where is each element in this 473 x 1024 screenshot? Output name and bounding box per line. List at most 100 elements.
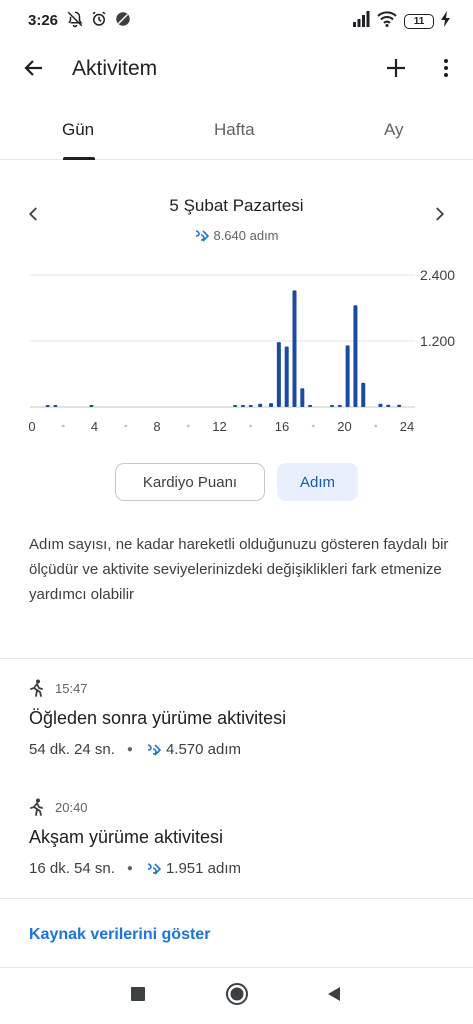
more-options-button[interactable] [430, 54, 462, 86]
charging-icon [441, 10, 451, 32]
x-axis: 0 4 8 12 16 20 24 [28, 419, 414, 434]
show-source-data-link[interactable]: Kaynak verilerini göster [29, 926, 210, 944]
activity-steps: 4.570 adım [165, 741, 242, 758]
x-tick-label: 0 [28, 419, 35, 434]
x-tick-label: 24 [400, 419, 414, 434]
bars [45, 290, 402, 407]
chart-bar [300, 388, 305, 407]
triangle-back-icon [325, 985, 343, 1008]
activity-time: 20:40 [55, 799, 88, 815]
daily-steps-value: 8.640 adım [213, 228, 279, 243]
x-tick-label: 8 [153, 419, 160, 434]
x-minor-tick [374, 424, 378, 428]
divider [0, 898, 473, 899]
separator-dot: ● [126, 744, 133, 755]
chart-bar [233, 405, 238, 407]
y-tick-label: 1.200 [420, 333, 455, 349]
chart-bar [89, 405, 94, 407]
battery-icon: 11 [404, 13, 434, 29]
chart-bar [292, 290, 297, 407]
x-tick-label: 20 [337, 419, 351, 434]
x-minor-tick [249, 424, 253, 428]
chart-bar [248, 405, 253, 407]
steps-description: Adım sayısı, ne kadar hareketli olduğunu… [29, 536, 449, 603]
chart-bar [353, 305, 358, 407]
battery-level: 11 [413, 15, 425, 27]
plus-icon [384, 56, 408, 85]
chart-bar [330, 405, 334, 407]
steps-icon [145, 743, 163, 757]
activity-duration: 16 dk. 54 sn. [29, 860, 115, 877]
chart-bar [308, 405, 313, 407]
chevron-right-icon [430, 205, 448, 228]
metric-toggle: Kardiyo Puanı Adım [0, 463, 473, 503]
wifi-icon [377, 10, 397, 32]
steps-icon [145, 862, 163, 876]
activity-duration: 54 dk. 24 sn. [29, 741, 115, 758]
chart-bar [361, 382, 366, 407]
next-day-button[interactable] [425, 202, 453, 230]
x-tick-label: 12 [212, 419, 226, 434]
y-tick-label: 2.400 [420, 267, 455, 283]
selected-date: 5 Şubat Pazartesi [169, 196, 304, 215]
app-bar: Aktivitem [0, 42, 473, 96]
signal-icon [352, 10, 370, 32]
chart-bar [258, 403, 263, 407]
square-icon [130, 986, 146, 1007]
x-minor-tick [61, 424, 65, 428]
separator-dot: ● [126, 863, 133, 874]
back-button[interactable] [18, 54, 50, 86]
x-tick-label: 4 [91, 419, 98, 434]
x-minor-tick [186, 424, 190, 428]
dnd-icon [114, 10, 132, 33]
steps-icon [194, 229, 210, 246]
chart-bar [397, 404, 402, 407]
activity-title: Öğleden sonra yürüme aktivitesi [29, 708, 287, 728]
alarm-icon [90, 10, 108, 33]
walking-icon [29, 798, 45, 816]
x-minor-tick [311, 424, 315, 428]
home-circle-icon [225, 982, 249, 1011]
chart-bar [378, 403, 383, 407]
add-button[interactable] [380, 54, 412, 86]
activity-item[interactable]: 20:40 Akşam yürüme aktivitesi 16 dk. 54 … [29, 797, 459, 877]
steps-chip[interactable]: Adım [277, 463, 358, 501]
activity-steps: 1.951 adım [165, 860, 242, 877]
activity-title: Akşam yürüme aktivitesi [29, 827, 224, 847]
period-tabs: Gün Hafta Ay [0, 104, 473, 160]
chart-bar [284, 346, 289, 407]
divider [0, 658, 473, 659]
status-bar: 3:26 11 [0, 0, 473, 42]
system-nav-bar [0, 968, 473, 1024]
chart-bar [269, 403, 274, 407]
home-button[interactable] [223, 982, 251, 1010]
back-nav-button[interactable] [320, 982, 348, 1010]
daily-steps: 8.640 adım [0, 228, 473, 246]
tab-week[interactable]: Hafta [214, 120, 255, 140]
more-vert-icon [434, 56, 458, 85]
date-navigator: 5 Şubat Pazartesi 8.640 adım [0, 188, 473, 248]
tab-day[interactable]: Gün [62, 120, 94, 140]
x-tick-label: 16 [275, 419, 289, 434]
chart-bar [45, 405, 50, 407]
activity-time: 15:47 [55, 680, 88, 696]
cardio-points-chip[interactable]: Kardiyo Puanı [115, 463, 265, 501]
activity-item[interactable]: 15:47 Öğleden sonra yürüme aktivitesi 54… [29, 678, 459, 758]
chart-bar [345, 345, 350, 407]
chart-bar [53, 405, 58, 407]
arrow-back-icon [22, 56, 46, 85]
chart-bar [240, 405, 245, 407]
notifications-off-icon [66, 10, 84, 33]
tab-indicator [63, 157, 95, 160]
chart-bar [337, 405, 342, 407]
walking-icon [29, 679, 45, 697]
chart-bar [386, 404, 391, 407]
x-minor-tick [124, 424, 128, 428]
steps-chart: 2.400 1.200 0 4 8 12 16 20 24 [0, 260, 473, 440]
page-title: Aktivitem [72, 57, 158, 80]
steps-chart-svg: 2.400 1.200 0 4 8 12 16 20 24 [28, 267, 455, 434]
recents-button[interactable] [124, 982, 152, 1010]
chart-bar [276, 342, 281, 407]
tab-month[interactable]: Ay [384, 120, 404, 140]
status-time: 3:26 [28, 12, 59, 29]
